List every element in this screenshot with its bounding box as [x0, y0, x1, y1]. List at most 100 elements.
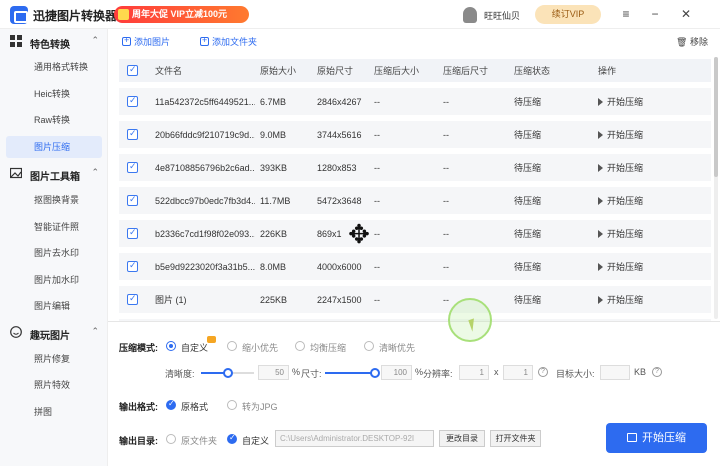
cell-orig-size: 393KB: [260, 162, 288, 173]
table-row[interactable]: b2336c7cd1f98f02e093... 226KB 869x1 -- -- 待压缩…: [119, 220, 711, 247]
table-row[interactable]: b5e9d9223020f3a31b5... 8.0MB 4000x6000 -- --…: [119, 253, 711, 280]
mode-custom-radio[interactable]: [166, 341, 176, 351]
select-all-checkbox[interactable]: [127, 64, 138, 76]
change-dir-button[interactable]: 更改目录: [439, 430, 485, 447]
file-table: 文件名 原始大小 原始尺寸 压缩后大小 压缩后尺寸 压缩状态 操作 11a542…: [108, 53, 720, 321]
format-jpg-radio[interactable]: [227, 400, 237, 410]
table-row[interactable]: 11a542372c5ff6449521... 6.7MB 2846x4267 -- -…: [119, 88, 711, 115]
start-compress-row-button[interactable]: 开始压缩: [598, 220, 643, 247]
start-compress-row-button[interactable]: 开始压缩: [598, 88, 643, 115]
menu-icon[interactable]: ≡: [619, 7, 633, 21]
dir-custom-radio[interactable]: [227, 433, 237, 444]
cell-orig-dims: 3744x5616: [317, 129, 362, 140]
cell-filename: 522dbcc97b0edc7fb3d4...: [155, 195, 255, 206]
sidebar-item-photo-effects[interactable]: 照片特效: [6, 374, 102, 396]
chevron-up-icon: ⌃: [91, 326, 99, 336]
sidebar-item-general-convert[interactable]: 通用格式转换: [6, 56, 102, 78]
cell-status: 待压缩: [514, 262, 542, 272]
mode-balanced-radio[interactable]: [295, 341, 305, 351]
header-action: 操作: [598, 66, 617, 76]
clarity-slider[interactable]: [201, 368, 254, 378]
mode-clarity-label[interactable]: 清晰优先: [379, 341, 415, 354]
compress-mode-label: 压缩模式:: [119, 343, 158, 353]
cell-filename: 图片 (1): [155, 295, 187, 305]
dir-original-label[interactable]: 原文件夹: [181, 434, 217, 447]
sidebar-group-special[interactable]: 特色转换 ⌃: [0, 30, 108, 54]
mode-balanced-label[interactable]: 均衡压缩: [310, 341, 346, 354]
renew-vip-button[interactable]: 续订VIP: [535, 5, 601, 24]
add-folder-button[interactable]: 添加文件夹: [200, 35, 257, 48]
add-image-button[interactable]: 添加图片: [122, 35, 170, 48]
size-slider[interactable]: [325, 368, 380, 378]
mode-custom-label[interactable]: 自定义: [181, 341, 208, 354]
start-compress-row-button[interactable]: 开始压缩: [598, 121, 643, 148]
sidebar-item-collage[interactable]: 拼图: [6, 401, 102, 423]
scrollbar-thumb[interactable]: [714, 57, 718, 177]
row-checkbox[interactable]: [127, 227, 138, 239]
mode-small-radio[interactable]: [227, 341, 237, 351]
sidebar-item-compress[interactable]: 图片压缩: [6, 136, 102, 158]
output-dir-label: 输出目录:: [119, 436, 158, 446]
row-checkbox[interactable]: [127, 293, 138, 305]
help-icon[interactable]: ?: [538, 367, 548, 377]
table-scrollbar[interactable]: [714, 57, 718, 319]
clarity-knob[interactable]: [223, 368, 233, 378]
dir-original-radio[interactable]: [166, 434, 176, 444]
dir-custom-label[interactable]: 自定义: [242, 434, 269, 447]
sidebar-item-id-photo[interactable]: 智能证件照: [6, 216, 102, 238]
trash-icon: 🗑: [676, 37, 688, 47]
remove-button[interactable]: 🗑 移除: [676, 35, 708, 48]
row-checkbox[interactable]: [127, 194, 138, 206]
row-checkbox[interactable]: [127, 260, 138, 272]
sidebar-item-remove-watermark[interactable]: 图片去水印: [6, 242, 102, 264]
resolution-width[interactable]: 1: [459, 365, 489, 380]
size-value[interactable]: 100: [381, 365, 412, 380]
help-icon[interactable]: ?: [652, 367, 662, 377]
sidebar-item-raw[interactable]: Raw转换: [6, 109, 102, 131]
open-folder-button[interactable]: 打开文件夹: [490, 430, 541, 447]
mode-small-label[interactable]: 缩小优先: [242, 341, 278, 354]
username[interactable]: 旺旺仙贝: [484, 9, 520, 22]
sidebar-group-toolbox[interactable]: 图片工具箱 ⌃: [0, 162, 108, 186]
minimize-icon[interactable]: −: [648, 7, 662, 21]
table-row[interactable]: 4e87108856796b2c6ad... 393KB 1280x853 -- -- 待…: [119, 154, 711, 181]
cell-filename: 11a542372c5ff6449521...: [155, 96, 255, 107]
start-compress-row-button[interactable]: 开始压缩: [598, 286, 643, 313]
close-icon[interactable]: ✕: [679, 7, 693, 21]
avatar[interactable]: [463, 7, 477, 23]
clarity-value[interactable]: 50: [258, 365, 289, 380]
start-compress-row-button[interactable]: 开始压缩: [598, 187, 643, 214]
sidebar-item-edit[interactable]: 图片编辑: [6, 295, 102, 317]
table-row[interactable]: 522dbcc97b0edc7fb3d4... 11.7MB 5472x3648 --…: [119, 187, 711, 214]
format-original-radio[interactable]: [166, 399, 176, 410]
cell-filename: b5e9d9223020f3a31b5...: [155, 261, 255, 272]
gift-icon: [118, 9, 129, 20]
cell-new-dims: --: [443, 228, 449, 239]
size-unit: %: [415, 367, 424, 377]
resolution-x: x: [494, 367, 499, 377]
output-path-field[interactable]: C:\Users\Administrator.DESKTOP-92I: [275, 430, 434, 447]
table-row[interactable]: 图片 (1) 225KB 2247x1500 -- -- 待压缩 开始压缩: [119, 286, 711, 313]
table-row[interactable]: 20b66fddc9f210719c9d... 9.0MB 3744x5616 -- -…: [119, 121, 711, 148]
row-checkbox[interactable]: [127, 128, 138, 140]
sidebar-item-photo-repair[interactable]: 照片修复: [6, 348, 102, 370]
cell-status: 待压缩: [514, 196, 542, 206]
sidebar-group-fun[interactable]: 趣玩图片 ⌃: [0, 321, 108, 345]
resolution-height[interactable]: 1: [503, 365, 533, 380]
promo-banner[interactable]: 周年大促 VIP立减100元: [114, 6, 249, 23]
header-new-size: 压缩后大小: [374, 66, 420, 76]
sidebar-item-heic[interactable]: Heic转换: [6, 83, 102, 105]
format-jpg-label[interactable]: 转为JPG: [242, 400, 278, 413]
format-original-label[interactable]: 原格式: [181, 400, 208, 413]
sidebar-item-cutout[interactable]: 抠图换背景: [6, 189, 102, 211]
row-checkbox[interactable]: [127, 95, 138, 107]
cell-new-dims: --: [443, 294, 449, 305]
start-compress-button[interactable]: 开始压缩: [606, 423, 707, 453]
start-compress-row-button[interactable]: 开始压缩: [598, 154, 643, 181]
mode-clarity-radio[interactable]: [364, 341, 374, 351]
sidebar-item-add-watermark[interactable]: 图片加水印: [6, 269, 102, 291]
row-checkbox[interactable]: [127, 161, 138, 173]
target-size-input[interactable]: [600, 365, 630, 380]
start-compress-row-button[interactable]: 开始压缩: [598, 253, 643, 280]
size-knob[interactable]: [370, 368, 380, 378]
